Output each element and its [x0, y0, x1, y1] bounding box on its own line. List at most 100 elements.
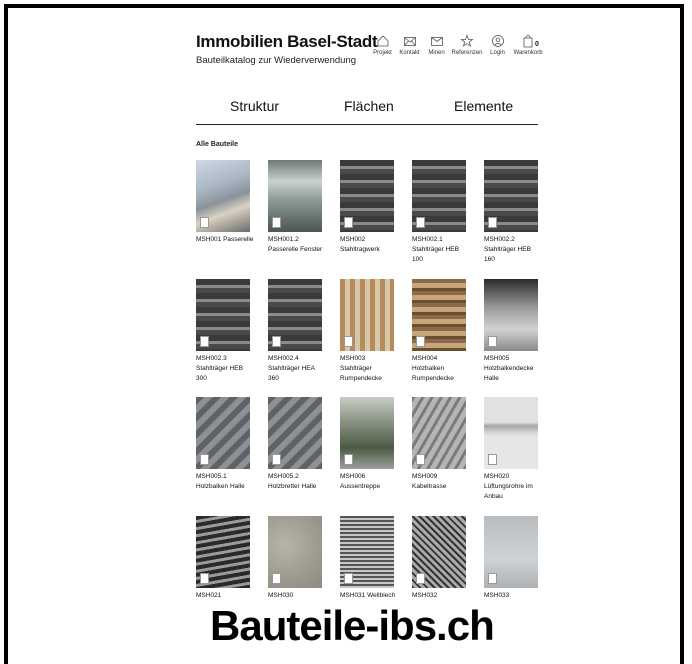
product-card[interactable]: MSH004 Holzbalken Rumpendecke: [412, 279, 466, 384]
product-label[interactable]: MSH001 Passerelle: [196, 235, 254, 245]
product-label-line: MSH002.1: [412, 236, 443, 243]
product-label[interactable]: MSH005 Holzbalkendecke Halle: [484, 354, 538, 384]
product-thumbnail[interactable]: [196, 516, 250, 588]
site-title[interactable]: Immobilien Basel-Stadt: [196, 32, 378, 52]
product-label-line: Lüftungsrohre im: [484, 483, 533, 490]
product-thumbnail[interactable]: [412, 160, 466, 232]
product-label[interactable]: MSH001.2 Passerelle Fenster: [268, 235, 322, 255]
product-label-line: MSH021: [196, 592, 222, 599]
product-card[interactable]: MSH002 Stahltragwerk: [340, 160, 394, 255]
product-card[interactable]: MSH020 Lüftungsrohre im Anbau: [484, 397, 538, 502]
tag-icon: [272, 454, 281, 465]
product-card[interactable]: MSH021: [196, 516, 250, 601]
tag-icon: [416, 336, 425, 347]
product-card[interactable]: MSH032: [412, 516, 466, 601]
nav-warenkorb[interactable]: Warenkorb: [512, 34, 544, 56]
bag-icon: [523, 35, 533, 48]
product-thumbnail[interactable]: [268, 516, 322, 588]
product-card[interactable]: MSH009 Kabeltrasse: [412, 397, 466, 492]
nav-login-label: Login: [490, 50, 505, 56]
tab-flaechen[interactable]: Flächen: [344, 98, 394, 114]
product-thumbnail[interactable]: [268, 160, 322, 232]
product-card[interactable]: MSH002.1 Stahlträger HEB 100: [412, 160, 466, 265]
product-label[interactable]: MSH031 Wellblech: [340, 591, 396, 601]
product-thumbnail[interactable]: [340, 279, 394, 351]
product-label-line: Rumpendecke: [412, 375, 454, 382]
nav-referenzen[interactable]: Referenzen: [451, 34, 483, 56]
product-label-line: MSH031 Wellblech: [340, 592, 396, 599]
product-thumbnail[interactable]: [340, 397, 394, 469]
product-card[interactable]: MSH005.1 Holzbalken Halle: [196, 397, 250, 492]
product-thumbnail[interactable]: [484, 516, 538, 588]
product-label[interactable]: MSH002.2 Stahlträger HEB 160: [484, 235, 538, 265]
product-thumbnail[interactable]: [268, 279, 322, 351]
tag-icon: [344, 454, 353, 465]
product-thumbnail[interactable]: [412, 516, 466, 588]
tag-icon: [200, 573, 209, 584]
product-label[interactable]: MSH002.3 Stahlträger HEB 300: [196, 354, 250, 384]
tab-elemente[interactable]: Elemente: [454, 98, 513, 114]
nav-minen[interactable]: Minen: [424, 34, 449, 56]
product-label[interactable]: MSH005.2 Holzbretter Halle: [268, 472, 322, 492]
product-thumbnail[interactable]: [196, 279, 250, 351]
product-label[interactable]: MSH032: [412, 591, 466, 601]
tag-icon: [272, 217, 281, 228]
product-card[interactable]: MSH006 Aussentreppe: [340, 397, 394, 492]
nav-login[interactable]: Login: [485, 34, 510, 56]
product-thumbnail[interactable]: [412, 397, 466, 469]
product-label[interactable]: MSH002.4 Stahlträger HEA 360: [268, 354, 322, 384]
product-label-line: Stahlträger HEB: [484, 246, 531, 253]
tag-icon: [416, 454, 425, 465]
product-label[interactable]: MSH030: [268, 591, 322, 601]
product-thumbnail[interactable]: [340, 516, 394, 588]
house-icon: [377, 35, 388, 47]
product-label-line: Stahlträger HEA: [268, 365, 315, 372]
product-card[interactable]: MSH003 Stahlträger Rumpendecke: [340, 279, 394, 384]
product-label[interactable]: MSH002 Stahltragwerk: [340, 235, 394, 255]
product-label-line: MSH003: [340, 355, 366, 362]
product-label-line: 160: [484, 256, 495, 263]
product-card[interactable]: MSH005 Holzbalkendecke Halle: [484, 279, 538, 384]
product-thumbnail[interactable]: [196, 160, 250, 232]
product-card[interactable]: MSH002.2 Stahlträger HEB 160: [484, 160, 538, 265]
product-card[interactable]: MSH031 Wellblech: [340, 516, 396, 601]
product-thumbnail[interactable]: [484, 397, 538, 469]
product-label-line: Passerelle Fenster: [268, 246, 323, 253]
product-label-line: Anbau: [484, 493, 503, 500]
product-label-line: MSH001 Passerelle: [196, 236, 254, 243]
product-card[interactable]: MSH001 Passerelle: [196, 160, 254, 245]
product-label[interactable]: MSH033: [484, 591, 538, 601]
product-card[interactable]: MSH033: [484, 516, 538, 601]
nav-kontakt[interactable]: Kontakt: [397, 34, 422, 56]
product-thumbnail[interactable]: [340, 160, 394, 232]
product-label[interactable]: MSH020 Lüftungsrohre im Anbau: [484, 472, 538, 502]
product-card[interactable]: MSH001.2 Passerelle Fenster: [268, 160, 322, 255]
product-label[interactable]: MSH004 Holzbalken Rumpendecke: [412, 354, 466, 384]
tag-icon: [488, 573, 497, 584]
product-label-line: MSH002.3: [196, 355, 227, 362]
product-card[interactable]: MSH030: [268, 516, 322, 601]
product-thumbnail[interactable]: [484, 279, 538, 351]
section-label: Alle Bauteile: [196, 141, 239, 148]
product-label-line: Stahltragwerk: [340, 246, 380, 253]
product-card[interactable]: MSH002.4 Stahlträger HEA 360: [268, 279, 322, 384]
product-label-line: Stahlträger HEB: [412, 246, 459, 253]
nav-projekt[interactable]: Projekt: [370, 34, 395, 56]
product-label[interactable]: MSH006 Aussentreppe: [340, 472, 394, 492]
product-card[interactable]: MSH005.2 Holzbretter Halle: [268, 397, 322, 492]
header-nav: Projekt Kontakt Minen Referenzen Login W…: [370, 34, 546, 56]
product-card[interactable]: MSH002.3 Stahlträger HEB 300: [196, 279, 250, 384]
product-thumbnail[interactable]: [268, 397, 322, 469]
tab-struktur[interactable]: Struktur: [230, 98, 279, 114]
watermark: Bauteile-ibs.ch: [210, 602, 495, 649]
product-label-line: 300: [196, 375, 207, 382]
product-label[interactable]: MSH002.1 Stahlträger HEB 100: [412, 235, 466, 265]
product-label[interactable]: MSH005.1 Holzbalken Halle: [196, 472, 250, 492]
product-label[interactable]: MSH021: [196, 591, 250, 601]
product-thumbnail[interactable]: [412, 279, 466, 351]
product-thumbnail[interactable]: [484, 160, 538, 232]
product-label[interactable]: MSH009 Kabeltrasse: [412, 472, 466, 492]
product-label[interactable]: MSH003 Stahlträger Rumpendecke: [340, 354, 394, 384]
category-tabs: Struktur Flächen Elemente: [196, 98, 538, 125]
product-thumbnail[interactable]: [196, 397, 250, 469]
